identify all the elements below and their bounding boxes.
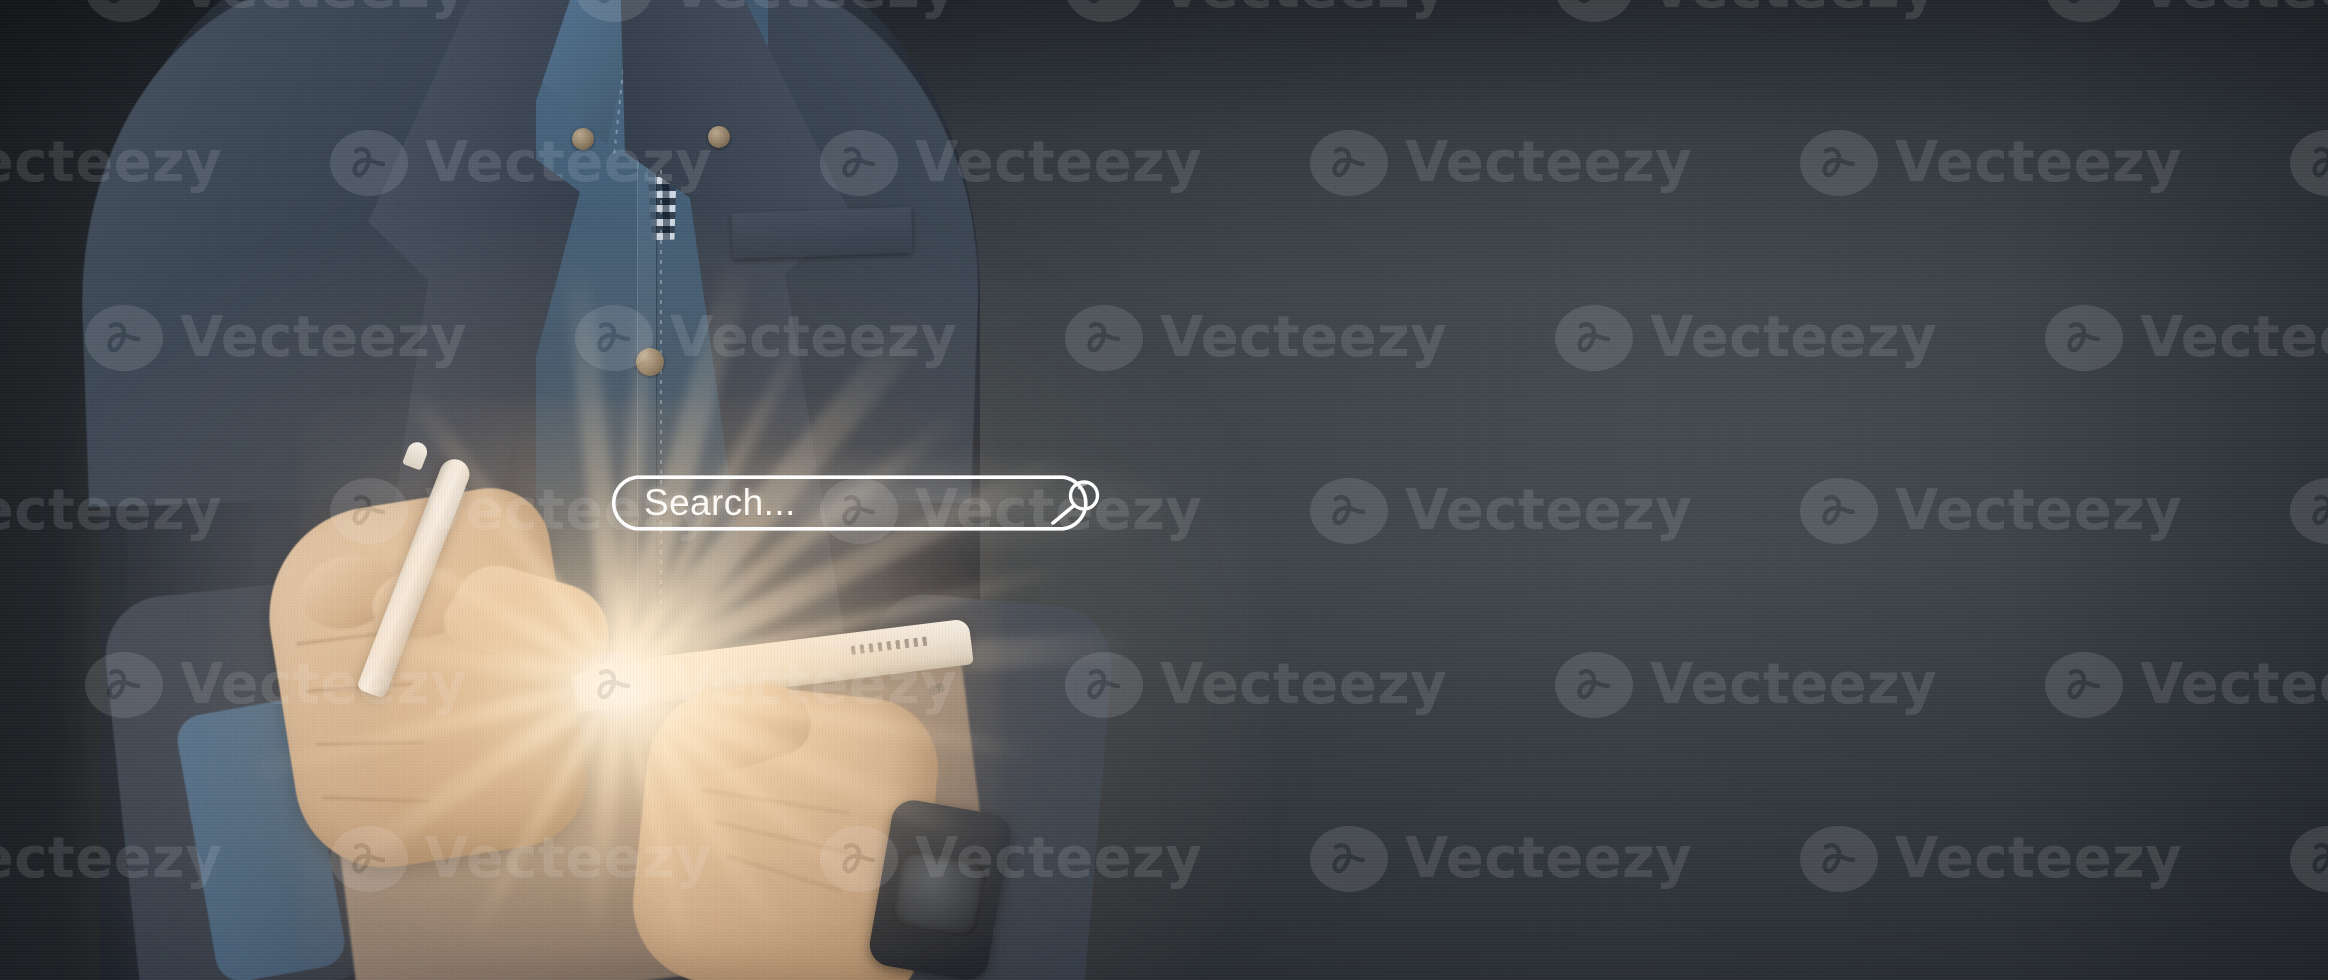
collar-button-right [708,126,730,148]
stitch-line-placket [660,170,662,620]
photo-canvas: Search... VecteezyVecteezyVecteezyVectee… [0,0,2328,980]
jacket-chest-pocket [731,206,913,260]
shirt-button-middle [636,348,664,376]
wrist-watch-face [890,849,988,939]
search-input-placeholder[interactable]: Search... [644,474,796,532]
collar-button-left [572,128,594,150]
